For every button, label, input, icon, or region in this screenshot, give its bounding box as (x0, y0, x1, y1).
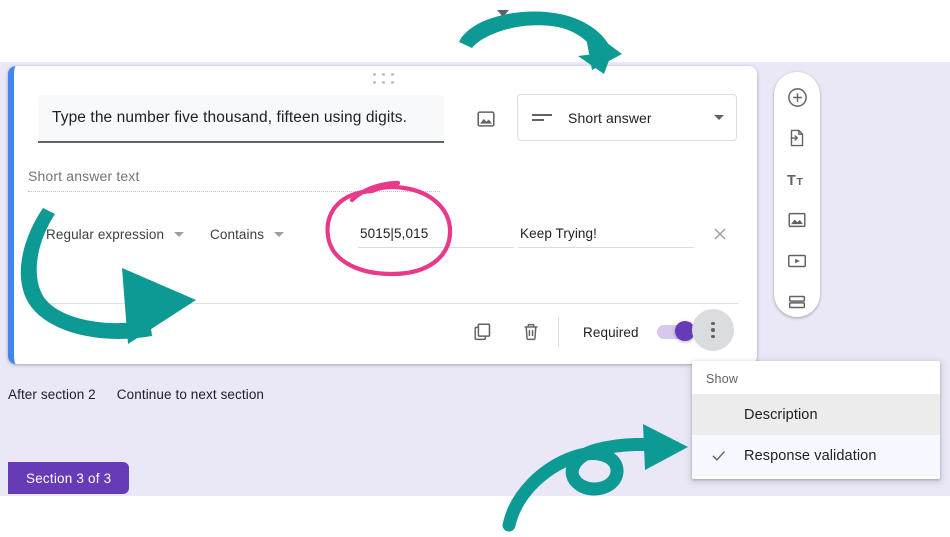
import-questions-button[interactable] (784, 125, 810, 151)
svg-text:T: T (786, 172, 795, 188)
add-circle-icon (787, 87, 807, 107)
required-label: Required (583, 325, 639, 340)
question-title-field[interactable]: Type the number five thousand, fifteen u… (38, 95, 444, 143)
response-validation-row: Regular expression Contains 5015|5,015 K… (28, 222, 732, 252)
add-video-button[interactable] (784, 248, 810, 274)
short-answer-placeholder: Short answer text (28, 168, 140, 184)
validation-pattern-input[interactable]: 5015|5,015 (358, 222, 514, 248)
short-answer-underline (28, 191, 440, 192)
menu-item-description[interactable]: Description (692, 394, 940, 435)
add-question-button[interactable] (784, 84, 810, 110)
required-toggle[interactable] (657, 321, 695, 341)
add-title-button[interactable]: T T (784, 166, 810, 192)
validation-type-select[interactable]: Regular expression (46, 227, 185, 242)
svg-text:T: T (796, 175, 803, 187)
trash-icon[interactable] (519, 320, 543, 344)
kebab-menu-icon[interactable] (692, 309, 734, 351)
section-badge: Section 3 of 3 (8, 462, 130, 494)
image-icon[interactable] (474, 107, 498, 131)
image-icon (788, 212, 806, 228)
check-icon (692, 446, 744, 465)
after-section-label: After section 2 (8, 386, 96, 402)
add-section-button[interactable] (784, 289, 810, 315)
import-questions-icon (790, 129, 804, 147)
validation-type-value: Regular expression (46, 227, 165, 242)
add-item-toolbar: T T (774, 72, 820, 317)
show-options-menu: Show Description Response validation (692, 361, 940, 479)
menu-item-label: Response validation (744, 447, 877, 464)
card-divider (38, 303, 738, 304)
screenshot-root: Type the number five thousand, fifteen u… (0, 0, 950, 537)
footer-divider (558, 317, 559, 347)
menu-item-label: Description (744, 406, 818, 423)
validation-condition-value: Contains (210, 227, 265, 242)
question-title-text: Type the number five thousand, fifteen u… (52, 109, 408, 126)
menu-item-response-validation[interactable]: Response validation (692, 435, 940, 476)
short-answer-preview: Short answer text (28, 168, 440, 192)
chevron-down-icon[interactable] (497, 10, 509, 17)
title-description-icon: T T (786, 172, 803, 188)
validation-error-message-input[interactable]: Keep Trying! (518, 222, 694, 248)
drag-dots-icon[interactable] (370, 73, 400, 87)
close-icon[interactable] (710, 224, 732, 246)
validation-condition-select[interactable]: Contains (210, 227, 285, 242)
menu-header: Show (706, 372, 739, 386)
after-section-value[interactable]: Continue to next section (117, 387, 264, 402)
chevron-down-icon (274, 232, 285, 237)
section-badge-label: Section 3 of 3 (26, 470, 112, 486)
chevron-down-icon (174, 232, 185, 237)
add-image-button[interactable] (784, 207, 810, 233)
video-icon (788, 254, 806, 268)
section-icon (788, 295, 806, 309)
question-type-select[interactable]: Short answer (517, 94, 737, 141)
question-type-value: Short answer (568, 109, 652, 126)
after-section-row: After section 2 Continue to next section (0, 381, 700, 407)
short-answer-lines-icon (532, 113, 552, 121)
chevron-down-icon (714, 115, 724, 120)
duplicate-icon[interactable] (471, 320, 495, 344)
